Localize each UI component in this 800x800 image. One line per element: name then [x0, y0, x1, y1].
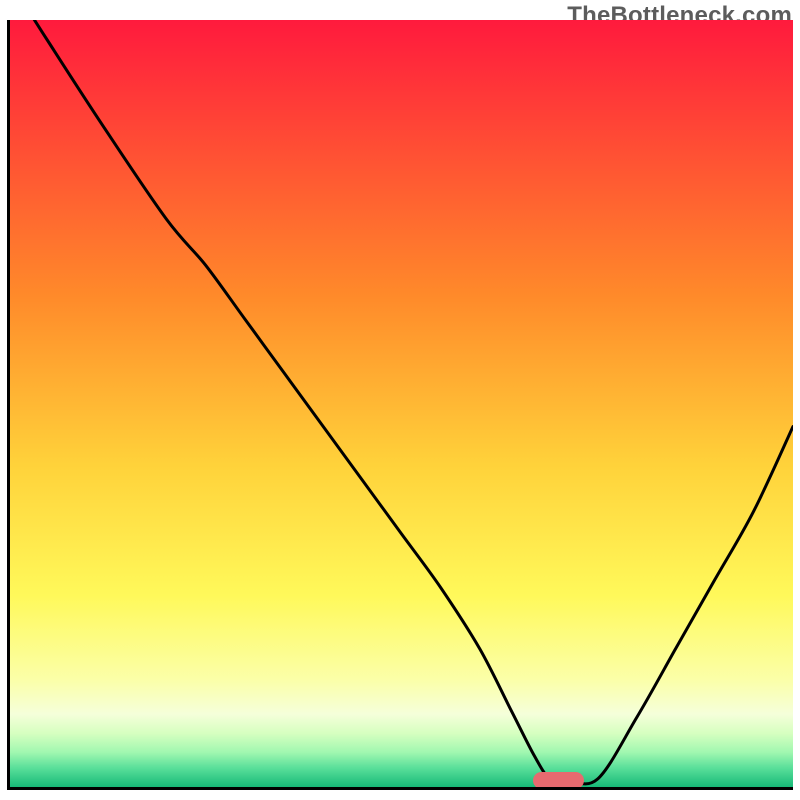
- plot-area: [7, 20, 793, 790]
- chart-frame: TheBottleneck.com: [0, 0, 800, 800]
- optimal-marker: [533, 772, 584, 789]
- bottleneck-curve: [10, 20, 793, 787]
